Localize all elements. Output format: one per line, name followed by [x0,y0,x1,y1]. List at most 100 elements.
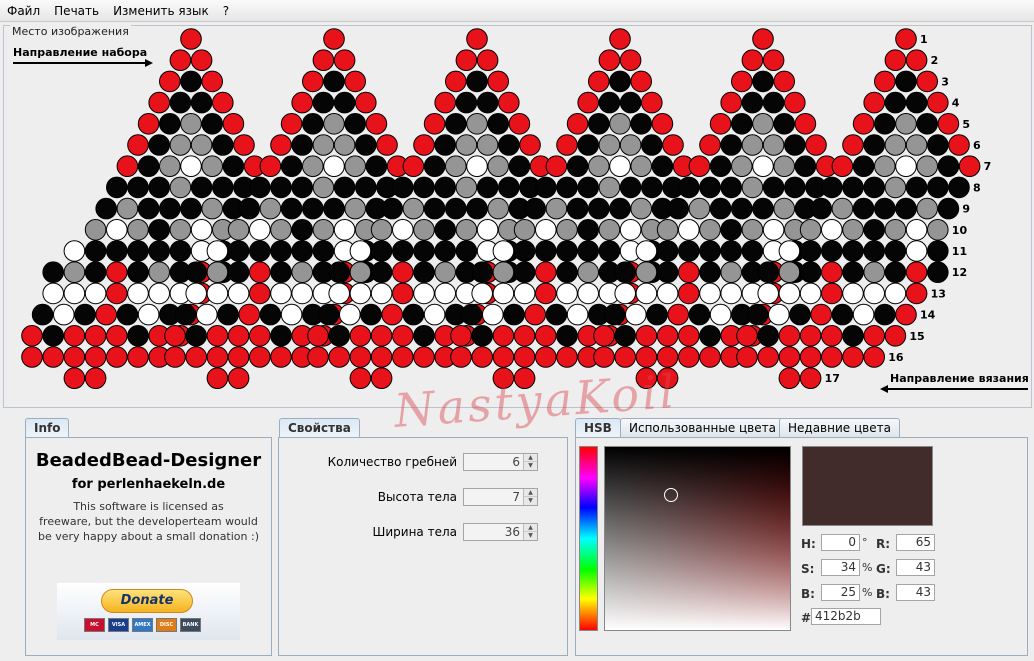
bead[interactable] [905,261,928,283]
spinner-down-icon[interactable]: ▼ [523,497,537,505]
bead[interactable] [535,240,557,262]
bead[interactable] [884,240,907,262]
bead[interactable] [821,325,843,347]
bead[interactable] [513,346,536,368]
bead[interactable] [169,240,192,262]
bead[interactable] [370,261,393,283]
bead[interactable] [413,240,435,262]
bead[interactable] [905,219,928,241]
bead[interactable] [720,91,743,114]
bead[interactable] [619,219,642,241]
bead[interactable] [678,240,700,262]
bead[interactable] [821,282,843,305]
bead[interactable] [948,176,970,199]
bead[interactable] [513,367,536,390]
bead[interactable] [720,240,743,262]
bead[interactable] [455,49,478,72]
tab-properties[interactable]: Свойства [279,418,360,437]
bead[interactable] [720,261,743,283]
bead[interactable] [741,219,764,241]
bead[interactable] [63,282,86,305]
bead[interactable] [127,325,149,347]
bead[interactable] [280,303,303,326]
bead[interactable] [492,282,515,305]
bead[interactable] [577,240,600,262]
bead[interactable] [852,155,875,177]
bead[interactable] [630,197,653,220]
bead[interactable] [492,346,515,368]
bead[interactable] [201,155,223,177]
bead[interactable] [831,155,854,177]
bead[interactable] [392,176,414,199]
bead[interactable] [905,49,928,72]
bead[interactable] [148,261,170,283]
saturation-brightness-square[interactable] [604,446,791,631]
bead[interactable] [328,261,351,283]
hue-slider[interactable] [579,446,598,631]
bead[interactable] [863,261,886,283]
bead[interactable] [413,134,435,156]
bead[interactable] [535,261,557,283]
bead[interactable] [249,346,271,368]
bead[interactable] [42,346,65,368]
bead[interactable] [227,282,250,305]
bead[interactable] [127,134,149,156]
bead[interactable] [784,176,806,199]
bead[interactable] [450,346,472,368]
bead[interactable] [466,155,488,177]
bead[interactable] [635,367,658,390]
b-field[interactable]: 25 [821,584,860,601]
bead[interactable] [598,49,621,72]
bead[interactable] [656,261,679,283]
bead[interactable] [566,155,589,177]
bead[interactable] [709,113,732,135]
bead[interactable] [84,219,107,241]
bead[interactable] [688,303,711,326]
bead[interactable] [709,155,732,177]
tab-info[interactable]: Info [25,418,70,437]
bead[interactable] [688,155,711,177]
bead[interactable] [778,325,801,347]
bead[interactable] [402,197,425,220]
bead[interactable] [556,240,578,262]
bead[interactable] [508,113,531,135]
bead[interactable] [598,91,621,114]
bead[interactable] [720,219,743,241]
bead[interactable] [762,219,785,241]
bead[interactable] [106,282,128,305]
bead[interactable] [227,325,250,347]
bead[interactable] [148,134,170,156]
bead[interactable] [63,240,86,262]
bead[interactable] [106,219,128,241]
bead[interactable] [312,49,335,72]
bead[interactable] [413,325,435,347]
spinner-up-icon[interactable]: ▲ [523,489,537,497]
bead[interactable] [799,282,822,305]
bead[interactable] [42,325,65,347]
bead[interactable] [831,197,854,220]
body-height-spinner[interactable]: 7 ▲ ▼ [463,488,538,506]
donate-box[interactable]: Donate MC VISA AMEX DISC BANK [57,583,240,640]
bead[interactable] [249,240,271,262]
bead[interactable] [609,113,631,135]
bead[interactable] [180,70,202,93]
bead[interactable] [63,346,86,368]
bead[interactable] [291,282,314,305]
bead[interactable] [249,282,271,305]
bead[interactable] [895,303,917,326]
spinner-down-icon[interactable]: ▼ [523,532,537,540]
bead[interactable] [291,176,314,199]
bead[interactable] [169,176,192,199]
bead[interactable] [535,282,557,305]
bead[interactable] [148,176,170,199]
bead[interactable] [185,325,207,347]
bead[interactable] [344,197,367,220]
bead[interactable] [577,261,600,283]
bead[interactable] [291,240,314,262]
bead[interactable] [270,325,292,347]
bead[interactable] [349,325,372,347]
bead[interactable] [206,282,229,305]
bead[interactable] [746,303,769,326]
bead[interactable] [302,197,324,220]
bead[interactable] [169,219,192,241]
